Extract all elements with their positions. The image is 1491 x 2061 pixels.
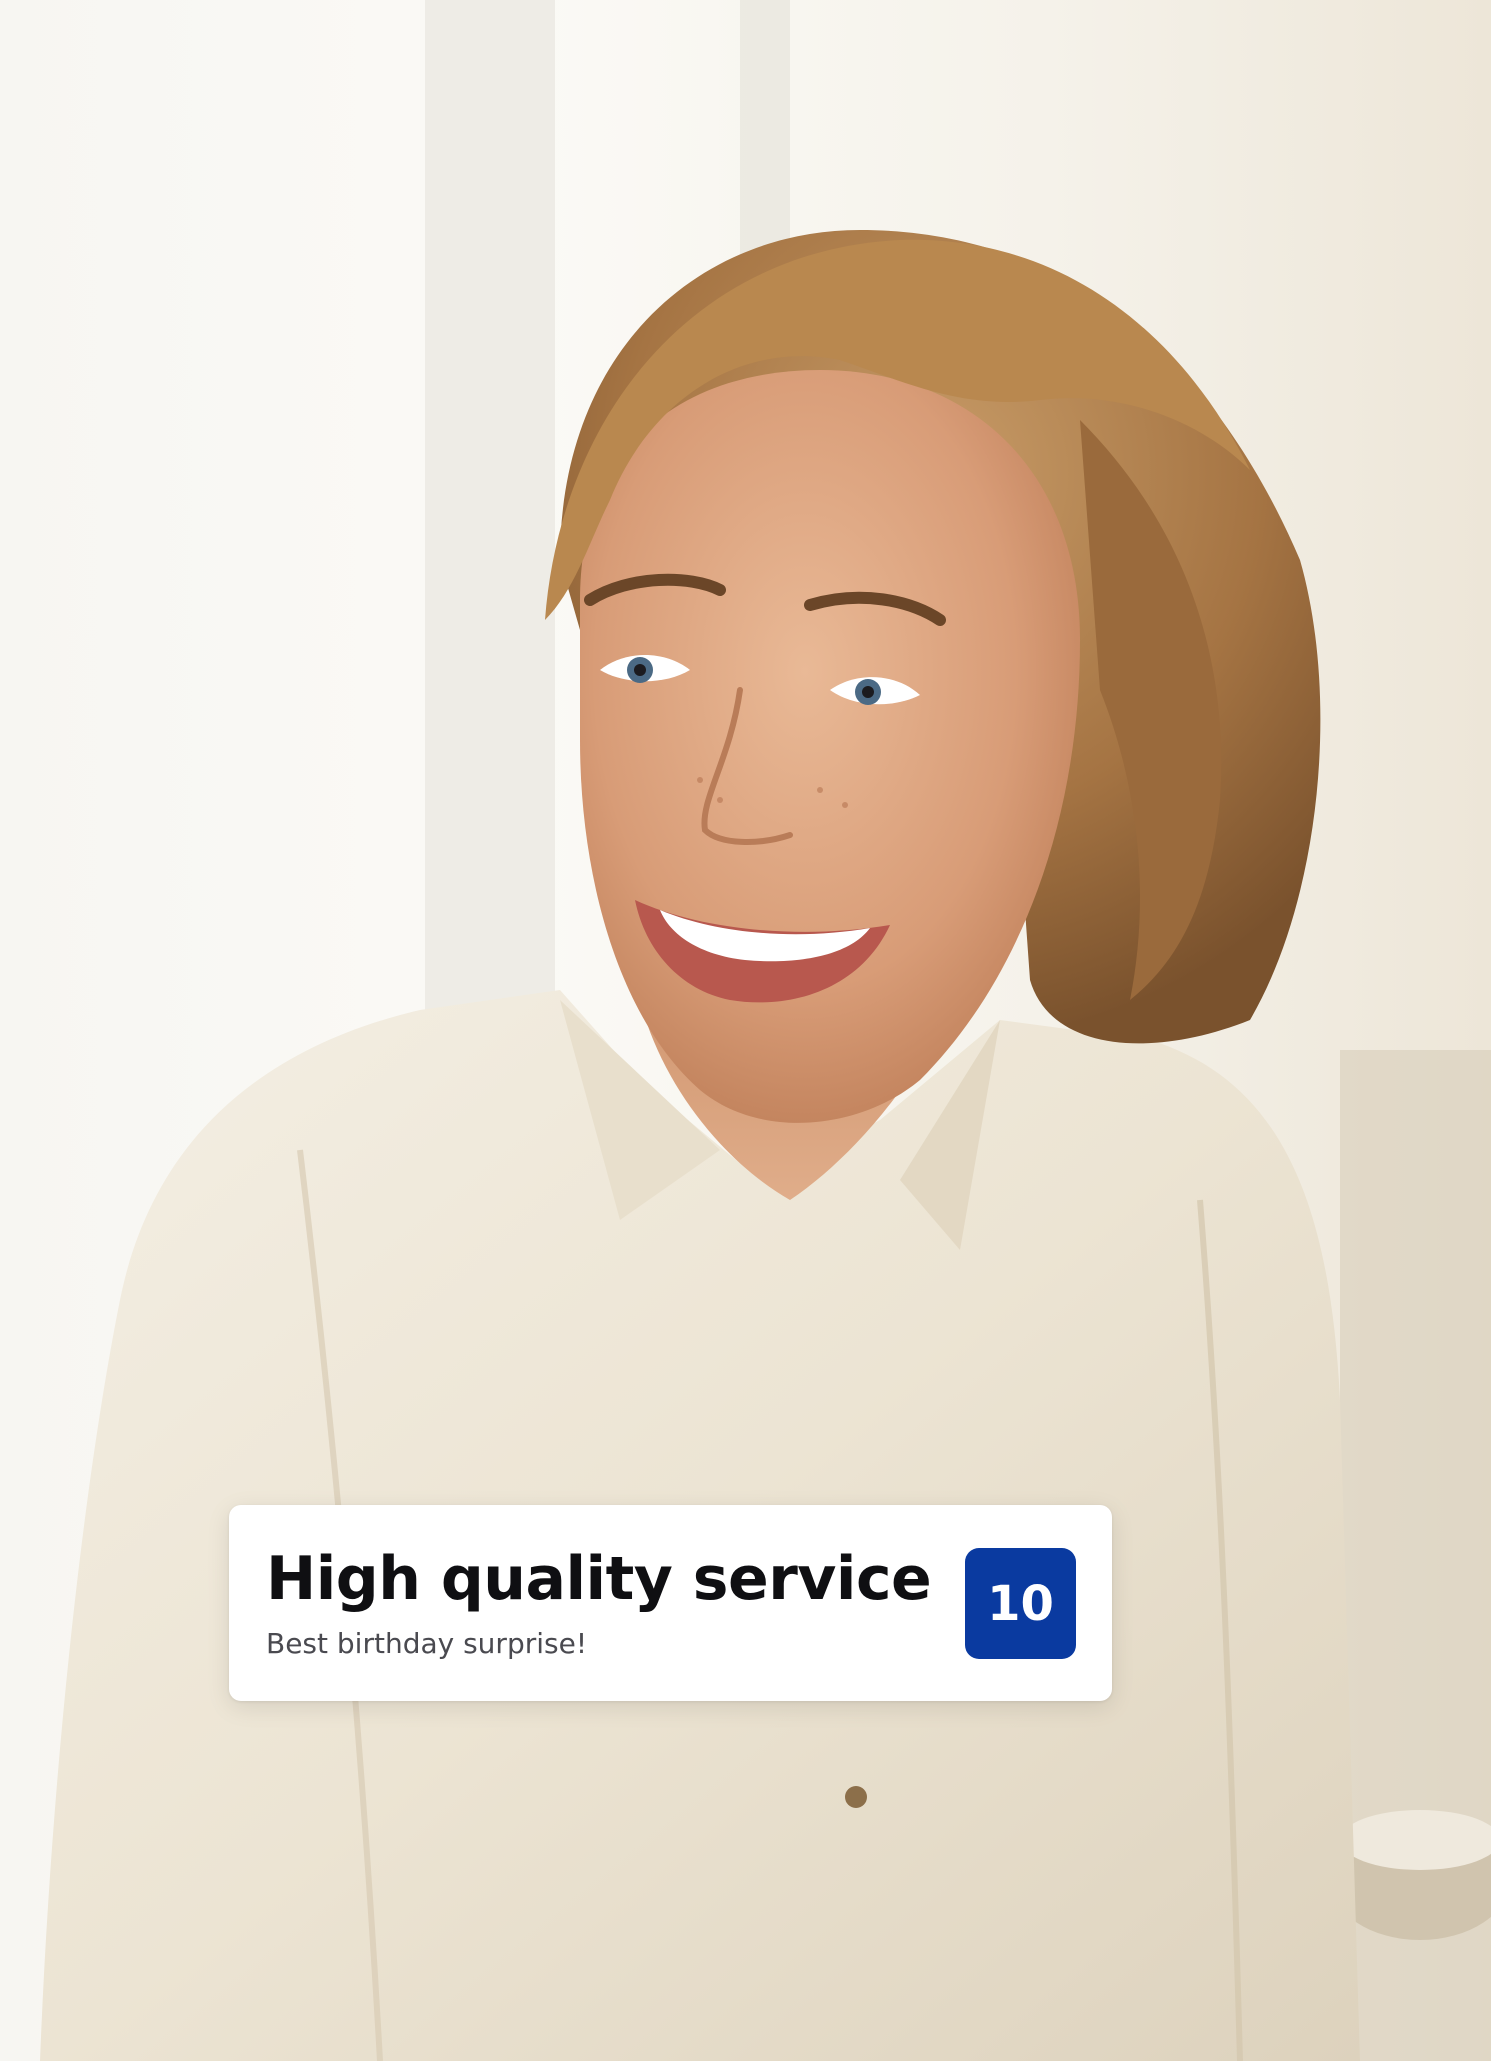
portrait-photo (0, 0, 1491, 2061)
page: High quality service Best birthday surpr… (0, 0, 1491, 2061)
score-badge: 10 (965, 1548, 1076, 1659)
review-subtitle: Best birthday surprise! (266, 1627, 588, 1660)
review-card: High quality service Best birthday surpr… (229, 1505, 1112, 1701)
review-title: High quality service (266, 1544, 932, 1614)
